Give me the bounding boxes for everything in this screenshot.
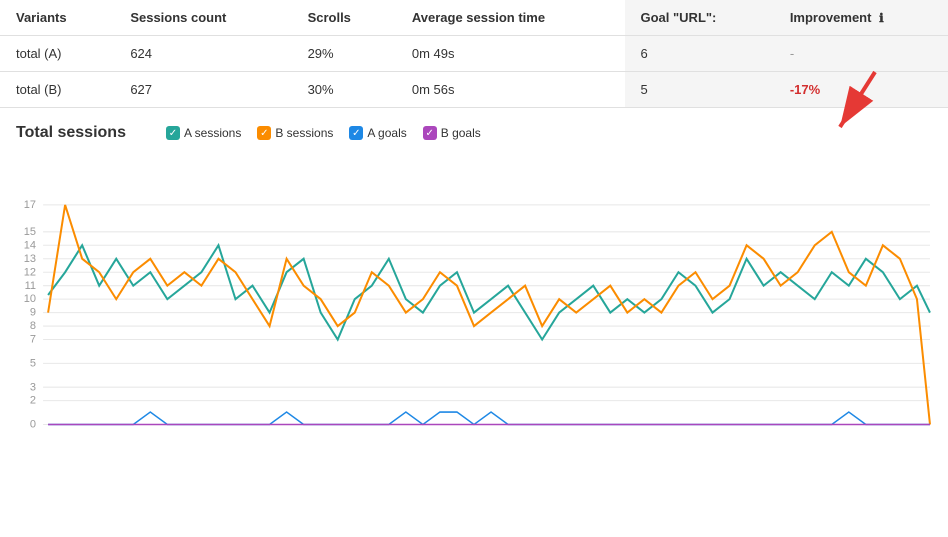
sessions-b: 627 [114,72,291,108]
ab-test-table: Variants Sessions count Scrolls Average … [0,0,948,108]
svg-text:2: 2 [30,395,36,407]
avg-time-b: 0m 56s [396,72,625,108]
variant-a: total (A) [0,36,114,72]
legend-b-goals: ✓ B goals [423,126,481,140]
col-avg-time: Average session time [396,0,625,36]
col-sessions-count: Sessions count [114,0,291,36]
variant-b: total (B) [0,72,114,108]
svg-text:13: 13 [24,253,36,265]
svg-text:8: 8 [30,320,36,332]
chart-title: Total sessions [8,124,126,142]
svg-text:14: 14 [24,239,36,251]
b-sessions-line [48,205,930,425]
grid-lines [43,205,930,425]
svg-text:11: 11 [25,280,36,292]
chart-section: Total sessions ✓ A sessions ✓ B sessions… [0,108,948,440]
goal-b: 5 [625,72,774,108]
col-scrolls: Scrolls [292,0,396,36]
y-axis: 0 2 3 5 7 8 9 10 11 12 13 14 15 17 [24,199,36,431]
svg-text:12: 12 [24,266,36,278]
legend-b-sessions: ✓ B sessions [257,126,333,140]
col-variants: Variants [0,0,114,36]
svg-text:7: 7 [30,333,36,345]
svg-text:0: 0 [30,418,36,430]
col-goal: Goal "URL": [625,0,774,36]
goal-a: 6 [625,36,774,72]
info-icon[interactable]: ℹ [879,11,884,25]
svg-text:9: 9 [30,307,36,319]
legend-a-goals-icon: ✓ [349,126,363,140]
improvement-b: -17% [774,72,948,108]
legend-a-sessions: ✓ A sessions [166,126,241,140]
avg-time-a: 0m 49s [396,36,625,72]
a-sessions-line [48,245,930,339]
line-chart: 0 2 3 5 7 8 9 10 11 12 13 14 15 17 [0,150,948,440]
legend-b-sessions-icon: ✓ [257,126,271,140]
sessions-a: 624 [114,36,291,72]
svg-text:17: 17 [24,199,36,211]
svg-text:5: 5 [30,357,36,369]
a-goals-line [48,412,930,424]
legend-a-goals: ✓ A goals [349,126,406,140]
svg-text:15: 15 [24,226,36,238]
scrolls-a: 29% [292,36,396,72]
legend-b-goals-icon: ✓ [423,126,437,140]
chart-legend: ✓ A sessions ✓ B sessions ✓ A goals ✓ B … [126,126,481,140]
improvement-a: - [774,36,948,72]
scrolls-b: 30% [292,72,396,108]
svg-text:3: 3 [30,381,36,393]
table-row: total (B) 627 30% 0m 56s 5 -17% [0,72,948,108]
svg-text:10: 10 [24,293,36,305]
legend-a-sessions-icon: ✓ [166,126,180,140]
col-improvement: Improvement ℹ [774,0,948,36]
table-row: total (A) 624 29% 0m 49s 6 - [0,36,948,72]
chart-svg: 0 2 3 5 7 8 9 10 11 12 13 14 15 17 [8,150,940,440]
